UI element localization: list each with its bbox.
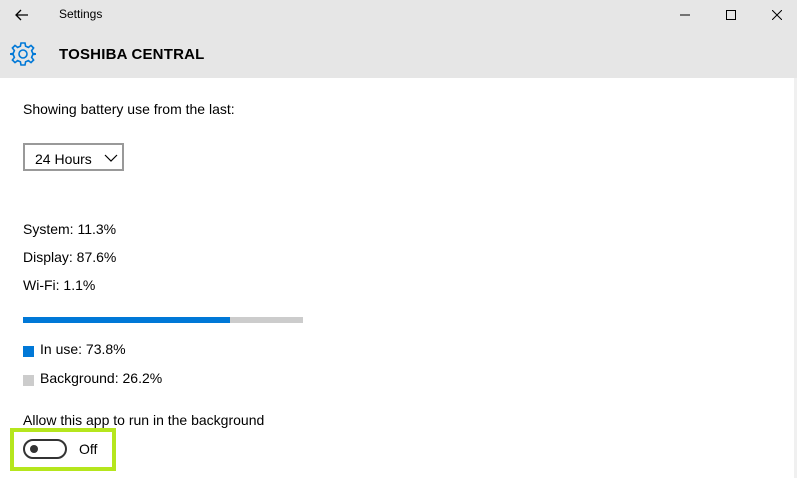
minimize-icon — [680, 14, 690, 16]
back-arrow-icon — [15, 9, 28, 21]
background-setting-label: Allow this app to run in the background — [23, 412, 265, 428]
toggle-knob — [30, 445, 38, 453]
system-usage: System: 11.3% — [23, 221, 117, 237]
background-label: Background: 26.2% — [40, 370, 163, 386]
maximize-icon — [726, 10, 736, 20]
display-usage: Display: 87.6% — [23, 249, 117, 265]
close-button[interactable] — [754, 0, 797, 30]
in-use-legend-swatch — [23, 346, 34, 357]
page-header: TOSHIBA CENTRAL — [0, 30, 797, 78]
period-selected-value: 24 Hours — [35, 151, 92, 167]
period-dropdown[interactable]: 24 Hours — [23, 143, 124, 171]
toggle-state-label: Off — [79, 441, 98, 457]
showing-label: Showing battery use from the last: — [23, 101, 235, 117]
page-title: TOSHIBA CENTRAL — [59, 46, 205, 63]
background-toggle[interactable] — [23, 439, 67, 459]
usage-bar — [23, 317, 303, 323]
minimize-button[interactable] — [662, 0, 708, 30]
window-title: Settings — [59, 7, 103, 21]
in-use-label: In use: 73.8% — [40, 341, 126, 357]
chevron-down-icon — [104, 154, 118, 162]
usage-bar-fill — [23, 317, 230, 323]
gear-icon — [10, 42, 36, 66]
back-button[interactable] — [8, 2, 36, 28]
title-bar: Settings — [0, 0, 797, 30]
background-legend-swatch — [23, 375, 34, 386]
wifi-usage: Wi-Fi: 1.1% — [23, 277, 96, 293]
close-icon — [772, 10, 782, 20]
maximize-button[interactable] — [708, 0, 754, 30]
